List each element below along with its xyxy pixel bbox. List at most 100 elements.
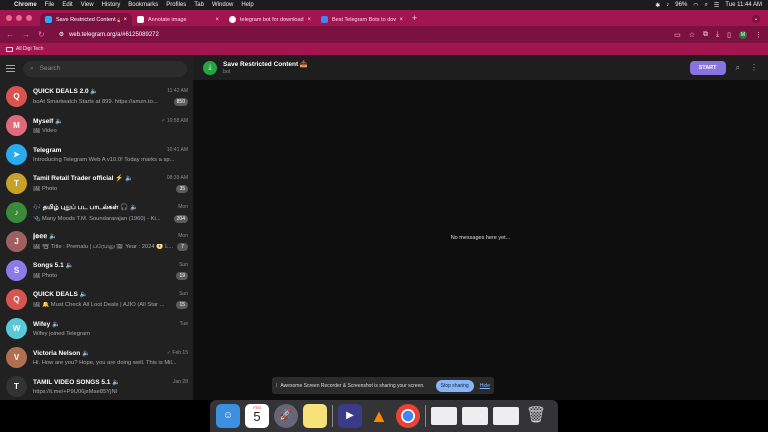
chat-avatar[interactable]: T (6, 173, 27, 194)
chat-list-item[interactable]: S Songs 5.1 🔈 Sun 🖼 Photo 19 (0, 256, 193, 285)
reload-icon[interactable]: ↻ (38, 30, 45, 39)
calendar-day: 5 (253, 409, 261, 424)
search-input[interactable]: ⌕ Search (23, 60, 187, 77)
menu-window[interactable]: Window (212, 2, 233, 8)
volume-icon[interactable]: ♪ (666, 2, 669, 8)
chat-list-item[interactable]: ♪ 🎶 தமிழ் புதுப் பட பாடல்கள் 🎧 🔈 Mon 📎 Many… (0, 198, 193, 227)
trash-icon[interactable]: 🗑 (524, 404, 548, 428)
sidepanel-icon[interactable]: ▯ (727, 31, 731, 39)
dock-separator (332, 405, 333, 427)
chat-list-item[interactable]: V Victoria Nelson 🔈 ✓ Feb 15 Hi. How are yo… (0, 343, 193, 372)
chat-avatar[interactable]: T (6, 376, 27, 397)
download-icon[interactable]: ⤓ (716, 31, 719, 39)
menu-file[interactable]: File (45, 2, 55, 8)
window-thumbnail[interactable] (493, 407, 519, 425)
chat-body: 𝕛𝕠𝕖𝕖 🔈 Mon 🖼 📽 Title : Premalu | ப்ரேமலு 🎬… (33, 232, 188, 251)
close-tab-icon[interactable]: × (123, 17, 127, 23)
tab-google-search[interactable]: telegram bot for downloadi... × (224, 13, 316, 26)
clock[interactable]: Tue 11:44 AM (725, 2, 762, 8)
bookmark-star-icon[interactable]: ☆ (689, 31, 695, 39)
chat-list-item[interactable]: T TAMIL VIDEO SONGS 5.1 🔈 Jan 28 https://t.… (0, 372, 193, 400)
bookmark-folder[interactable]: All Digi Tech (16, 46, 43, 52)
menu-edit[interactable]: Edit (62, 2, 72, 8)
profile-avatar[interactable]: M (739, 30, 747, 39)
chat-avatar[interactable]: Q (6, 289, 27, 310)
search-icon[interactable]: ⌕ (705, 2, 708, 9)
tab-best-telegram-bots[interactable]: Best Telegram Bots to downl... × (316, 13, 408, 26)
chat-list-item[interactable]: ➤ Telegram 10:41 AM Introducing Telegram We… (0, 140, 193, 169)
chat-avatar[interactable]: S (6, 260, 27, 281)
notes-icon[interactable] (303, 404, 327, 428)
address-bar[interactable]: ⚙ web.telegram.org/a/#6125089272 (53, 29, 666, 41)
tab-save-restricted-content[interactable]: Save Restricted Content 📥 × (40, 13, 132, 26)
minimize-window-button[interactable] (16, 15, 22, 21)
launchpad-icon[interactable]: 🚀 (274, 404, 298, 428)
hide-button[interactable]: Hide (480, 383, 490, 389)
extensions-icon[interactable]: ⧉ (703, 31, 708, 39)
tab-annotate-image[interactable]: Annotate image × (132, 13, 224, 26)
zoom-window-button[interactable] (26, 15, 32, 21)
menu-view[interactable]: View (81, 2, 94, 8)
control-center-icon[interactable]: ☰ (714, 2, 719, 9)
chat-avatar[interactable]: W (6, 318, 27, 339)
window-thumbnail[interactable] (462, 407, 488, 425)
tab-search-button[interactable]: ⌄ (752, 15, 760, 23)
close-tab-icon[interactable]: × (215, 17, 219, 23)
chat-avatar[interactable]: V (6, 347, 27, 368)
finder-icon[interactable]: ☺ (216, 404, 240, 428)
forward-icon[interactable]: → (22, 30, 30, 39)
close-tab-icon[interactable]: × (399, 17, 403, 23)
chat-name: Victoria Nelson 🔈 (33, 350, 91, 357)
chat-avatar[interactable]: ♪ (6, 202, 27, 223)
url-text[interactable]: web.telegram.org/a/#6125089272 (69, 32, 159, 38)
dock-separator (425, 405, 426, 427)
chat-title-block[interactable]: Save Restricted Content 📥 bot (223, 60, 308, 75)
wifi-icon[interactable]: ◠ (693, 2, 698, 9)
chat-list-item[interactable]: T Tamil Retail Trader official ⚡ 🔈 08:39 A… (0, 169, 193, 198)
tab-title: Save Restricted Content 📥 (56, 16, 121, 23)
chat-avatar[interactable]: J (6, 231, 27, 252)
calendar-icon[interactable]: FEB 5 (245, 404, 269, 428)
chat-list-item[interactable]: Q QUICK DEALS 🔈 Sun 🖼 🔔 Must Check All Loot… (0, 285, 193, 314)
battery-percent[interactable]: 96% (675, 2, 687, 8)
menu-icon[interactable] (6, 65, 15, 72)
chat-header[interactable]: ⤓ Save Restricted Content 📥 bot START ⌕ … (193, 55, 768, 80)
menu-history[interactable]: History (102, 2, 121, 8)
vlc-icon[interactable]: ▲ (367, 404, 391, 428)
cast-icon[interactable]: ▭ (674, 31, 681, 39)
back-icon[interactable]: ← (6, 30, 14, 39)
screen-recorder-icon[interactable]: ▶ (338, 404, 362, 428)
menu-bookmarks[interactable]: Bookmarks (128, 2, 158, 8)
bluetooth-icon[interactable]: ✱ (655, 2, 660, 9)
close-window-button[interactable] (6, 15, 12, 21)
chat-list-item[interactable]: J𝕛𝕠𝕖𝕖 🔈 Mon 🖼 📽 Title : Premalu | ப்ரேமலு … (0, 227, 193, 256)
chat-list-item[interactable]: W Wifey 🔈 Tue Wifey joined Telegram (0, 314, 193, 343)
chat-avatar[interactable]: ➤ (6, 144, 27, 165)
unread-badge: 15 (176, 301, 188, 309)
search-icon[interactable]: ⌕ (736, 63, 740, 73)
window-thumbnail[interactable] (431, 407, 457, 425)
menu-profiles[interactable]: Profiles (166, 2, 186, 8)
chrome-menu-icon[interactable]: ⋮ (755, 31, 762, 39)
menu-chrome[interactable]: Chrome (14, 2, 37, 8)
unread-badge: 204 (173, 214, 188, 223)
drag-handle-icon[interactable]: ⁞ (276, 383, 277, 389)
chat-top-row: Telegram 10:41 AM (33, 147, 188, 154)
close-tab-icon[interactable]: × (307, 17, 311, 23)
site-info-icon[interactable]: ⚙ (59, 31, 64, 38)
chrome-icon[interactable] (396, 404, 420, 428)
menu-tab[interactable]: Tab (194, 2, 204, 8)
chat-avatar[interactable]: Q (6, 86, 27, 107)
new-tab-button[interactable]: + (412, 13, 417, 23)
chat-list-item[interactable]: Q QUICK DEALS 2.0 🔈 11:42 AM boAt Smartwatc… (0, 82, 193, 111)
more-options-icon[interactable]: ⋮ (750, 63, 758, 72)
chat-preview: https://t.me/+P9U06jxMae85YjNl (33, 389, 117, 395)
chat-name: TAMIL VIDEO SONGS 5.1 🔈 (33, 379, 121, 386)
chat-bottom-row: Wifey joined Telegram (33, 328, 188, 337)
bot-avatar[interactable]: ⤓ (203, 60, 217, 75)
start-button[interactable]: START (689, 60, 726, 75)
menu-help[interactable]: Help (241, 2, 253, 8)
chat-avatar[interactable]: M (6, 115, 27, 136)
stop-sharing-button[interactable]: Stop sharing (435, 379, 474, 392)
chat-list-item[interactable]: M Myself 🔈 ✓ 10:58 AM 🖼 Video (0, 111, 193, 140)
